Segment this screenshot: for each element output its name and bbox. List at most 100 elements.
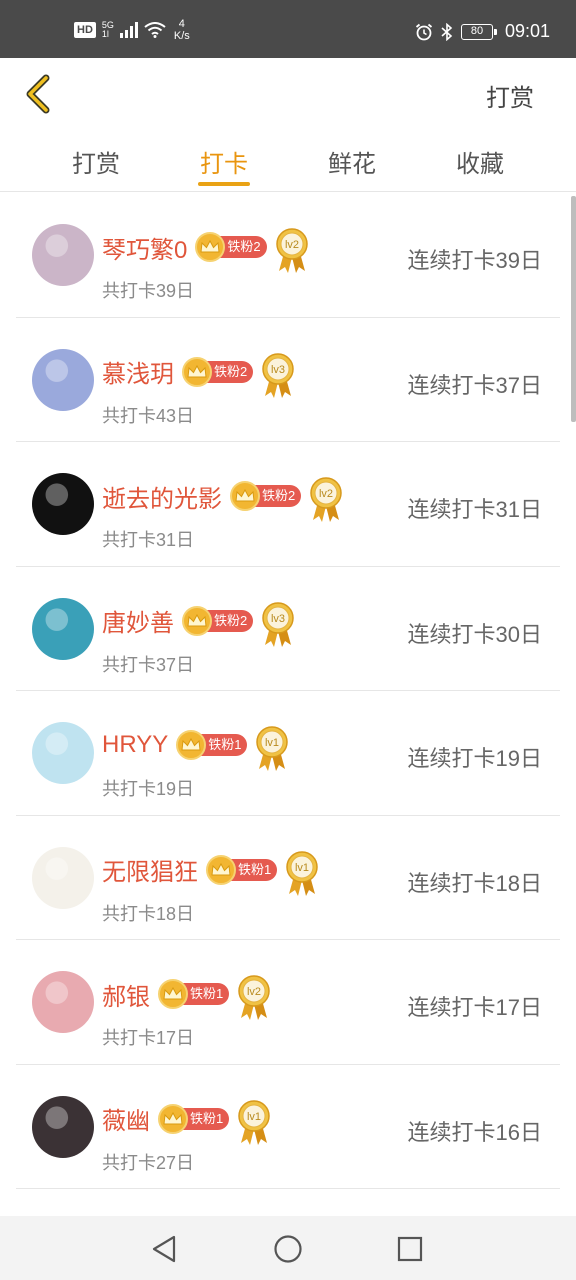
streak-checkin: 连续打卡18日	[407, 870, 542, 896]
crown-icon	[182, 605, 212, 636]
triangle-back-icon	[152, 1235, 176, 1263]
list-item[interactable]: 唐妙善 铁粉2 lv3 共打卡37日 连续打卡30日	[16, 567, 560, 691]
battery-icon: 80	[460, 23, 497, 40]
fan-badge: 铁粉1	[158, 1103, 230, 1134]
medal-icon: lv3	[261, 601, 295, 649]
user-name[interactable]: 薇幽	[102, 1101, 150, 1136]
avatar[interactable]	[32, 597, 94, 660]
crown-icon	[158, 979, 188, 1009]
nav-home-button[interactable]	[272, 1233, 304, 1265]
net-speed-unit: K/s	[173, 30, 190, 42]
system-nav-bar	[0, 1216, 576, 1280]
list-item[interactable]: 薇幽 铁粉1 lv1 共打卡27日 连续打卡16日	[16, 1065, 560, 1189]
crown-icon	[206, 854, 236, 885]
medal-icon: lv1	[285, 850, 319, 898]
total-checkin: 共打卡39日	[102, 281, 195, 301]
user-name[interactable]: 琴巧繁0	[102, 230, 187, 265]
total-checkin: 共打卡18日	[102, 903, 195, 924]
medal-level-label: lv3	[271, 364, 285, 376]
list-item[interactable]: HRYY 铁粉1 lv1 共打卡19日 连续打卡19日	[16, 691, 560, 816]
reward-action-button[interactable]: 打赏	[486, 78, 534, 113]
alarm-icon	[415, 23, 433, 40]
tab-checkin[interactable]: 打卡	[164, 144, 284, 179]
tab-reward[interactable]: 打赏	[36, 144, 156, 179]
bluetooth-icon	[441, 22, 453, 41]
network-sub: 1l	[101, 29, 109, 39]
medal-icon: lv2	[275, 227, 309, 275]
hd-indicator: HD	[74, 22, 96, 38]
crown-icon	[158, 1103, 188, 1134]
nav-back-button[interactable]	[148, 1233, 180, 1265]
medal-level-label: lv2	[247, 986, 261, 998]
user-name[interactable]: 逝去的光影	[102, 479, 222, 514]
name-line: 慕浅玥 铁粉2 lv3	[102, 348, 295, 398]
streak-checkin: 连续打卡39日	[407, 248, 542, 273]
crown-icon	[182, 356, 212, 387]
fan-badge: 铁粉2	[182, 605, 254, 636]
user-name[interactable]: HRYY	[102, 731, 168, 759]
user-name[interactable]: 唐妙善	[102, 603, 174, 638]
medal-icon: lv1	[255, 725, 289, 773]
network-indicator: 5G 1l	[102, 21, 114, 39]
user-name[interactable]: 无限猖狂	[102, 852, 198, 887]
avatar[interactable]	[32, 722, 94, 784]
chevron-left-icon	[26, 74, 50, 114]
status-right: 80 09:01	[415, 21, 550, 42]
nav-recent-button[interactable]	[394, 1233, 426, 1265]
name-line: 唐妙善 铁粉2 lv3	[102, 597, 295, 647]
fan-badge: 铁粉2	[195, 232, 267, 262]
medal-icon: lv3	[261, 352, 295, 400]
name-line: 郝银 铁粉1 lv2	[102, 970, 271, 1020]
app-header: 打赏	[0, 58, 576, 130]
streak-checkin: 连续打卡31日	[407, 497, 542, 522]
tab-favorites[interactable]: 收藏	[420, 144, 540, 179]
name-line: 薇幽 铁粉1 lv1	[102, 1095, 271, 1145]
list-item[interactable]: 无限猖狂 铁粉1 lv1 共打卡18日 连续打卡18日	[16, 816, 560, 940]
user-name[interactable]: 郝银	[102, 977, 150, 1012]
total-checkin: 共打卡43日	[102, 405, 195, 426]
name-line: 琴巧繁0 铁粉2 lv2	[102, 223, 309, 273]
medal-level-label: lv2	[285, 239, 299, 251]
medal-level-label: lv1	[295, 862, 309, 874]
fan-badge: 铁粉2	[182, 356, 254, 387]
total-checkin: 共打卡19日	[102, 779, 195, 799]
tab-flowers[interactable]: 鲜花	[292, 144, 412, 179]
net-speed: 4 K/s	[174, 18, 190, 42]
net-speed-value: 4	[178, 18, 185, 30]
name-line: HRYY 铁粉1 lv1	[102, 721, 289, 771]
checkin-list: 琴巧繁0 铁粉2 lv2 共打卡39日 连续打卡39日 慕浅玥 铁粉2 lv3 …	[16, 193, 560, 1189]
status-bar: HD 5G 1l 4 K/s 80 09:01	[0, 0, 576, 58]
status-left: HD 5G 1l 4 K/s	[74, 18, 190, 42]
total-checkin: 共打卡37日	[102, 654, 195, 675]
avatar[interactable]	[32, 846, 94, 909]
active-tab-indicator	[198, 182, 250, 186]
back-button[interactable]	[22, 72, 62, 116]
medal-level-label: lv1	[265, 737, 279, 749]
medal-level-label: lv3	[271, 613, 285, 625]
avatar[interactable]	[32, 971, 94, 1033]
fan-badge: 铁粉2	[230, 481, 302, 511]
avatar[interactable]	[32, 473, 94, 535]
wifi-icon	[144, 22, 166, 38]
signal-icon	[119, 22, 138, 38]
avatar[interactable]	[32, 224, 94, 286]
medal-level-label: lv1	[247, 1111, 261, 1123]
tab-bar: 打赏 打卡 鲜花 收藏	[0, 130, 576, 192]
list-item[interactable]: 郝银 铁粉1 lv2 共打卡17日 连续打卡17日	[16, 940, 560, 1065]
medal-icon: lv1	[237, 1099, 271, 1147]
total-checkin: 共打卡31日	[102, 530, 195, 550]
streak-checkin: 连续打卡37日	[407, 372, 542, 398]
streak-checkin: 连续打卡30日	[407, 621, 542, 647]
total-checkin: 共打卡27日	[102, 1152, 195, 1173]
name-line: 逝去的光影 铁粉2 lv2	[102, 472, 343, 522]
name-line: 无限猖狂 铁粉1 lv1	[102, 846, 319, 896]
list-item[interactable]: 慕浅玥 铁粉2 lv3 共打卡43日 连续打卡37日	[16, 318, 560, 442]
scrollbar[interactable]	[571, 196, 576, 422]
circle-home-icon	[274, 1235, 302, 1263]
crown-icon	[230, 481, 260, 511]
avatar[interactable]	[32, 1095, 94, 1158]
user-name[interactable]: 慕浅玥	[102, 354, 174, 389]
list-item[interactable]: 逝去的光影 铁粉2 lv2 共打卡31日 连续打卡31日	[16, 442, 560, 567]
list-item[interactable]: 琴巧繁0 铁粉2 lv2 共打卡39日 连续打卡39日	[16, 193, 560, 318]
avatar[interactable]	[32, 348, 94, 411]
